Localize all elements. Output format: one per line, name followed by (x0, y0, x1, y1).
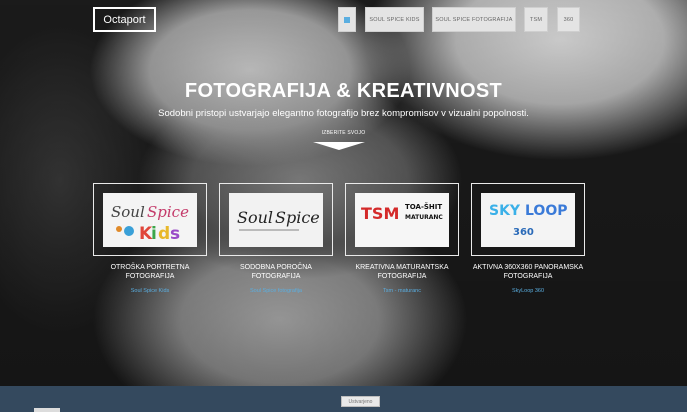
footer-tab (34, 408, 60, 412)
svg-text:i: i (151, 224, 157, 244)
svg-text:TOA-ŠHIT: TOA-ŠHIT (405, 202, 442, 211)
svg-text:Spice: Spice (275, 208, 320, 227)
card-title: OTROŠKA PORTRETNA FOTOGRAFIJA (110, 264, 190, 280)
card-title: AKTIVNA 360X360 PANORAMSKA FOTOGRAFIJA (472, 264, 584, 280)
card-tsm[interactable]: TSM TOA-ŠHIT MATURANC KREATIVNA MATURANT… (345, 183, 459, 294)
svg-text:MATURANC: MATURANC (405, 214, 443, 221)
nav-soul-spice-fotografija[interactable]: SOUL SPICE FOTOGRAFIJA (432, 7, 516, 32)
logo[interactable]: Octaport (93, 7, 156, 32)
skyloop-logo-icon: SKY LOOP 360 (481, 192, 575, 247)
svg-text:360: 360 (513, 227, 534, 238)
svg-text:LOOP: LOOP (525, 203, 568, 219)
svg-text:Soul: Soul (111, 203, 145, 221)
svg-text:TSM: TSM (361, 204, 399, 223)
soul-spice-logo-icon: Soul Spice (229, 192, 323, 247)
tsm-logo-icon: TSM TOA-ŠHIT MATURANC (355, 192, 449, 247)
card-image-frame[interactable]: TSM TOA-ŠHIT MATURANC (345, 183, 459, 256)
nav-home[interactable] (338, 7, 356, 32)
card-image-frame[interactable]: Soul Spice K i d s (93, 183, 207, 256)
hero-title: FOTOGRAFIJA & KREATIVNOST (184, 80, 503, 102)
card-skyloop-360[interactable]: SKY LOOP 360 AKTIVNA 360X360 PANORAMSKA … (471, 183, 585, 294)
card-image-frame[interactable]: SKY LOOP 360 (471, 183, 585, 256)
hero-subtitle: Sodobni pristopi ustvarjajo elegantno fo… (158, 108, 529, 119)
svg-text:Spice: Spice (147, 203, 189, 221)
card-link[interactable]: Soul Spice Kids (93, 288, 207, 294)
soul-spice-logo: Soul Spice (229, 192, 323, 247)
svg-text:s: s (170, 224, 180, 244)
card-link[interactable]: Soul Spice fotografija (219, 288, 333, 294)
card-title: KREATIVNA MATURANTSKA FOTOGRAFIJA (355, 264, 449, 280)
soul-spice-kids-logo: Soul Spice K i d s (103, 192, 197, 247)
card-soul-spice-fotografija[interactable]: Soul Spice SODOBNA POROČNA FOTOGRAFIJA S… (219, 183, 333, 294)
nav-360[interactable]: 360 (557, 7, 580, 32)
tsm-logo: TSM TOA-ŠHIT MATURANC (355, 192, 449, 247)
card-link[interactable]: SkyLoop 360 (471, 288, 585, 294)
svg-text:Soul: Soul (237, 208, 273, 227)
card-title: SODOBNA POROČNA FOTOGRAFIJA (240, 264, 312, 280)
soul-spice-kids-logo-icon: Soul Spice K i d s (103, 192, 197, 247)
nav-soul-spice-kids[interactable]: SOUL SPICE KIDS (365, 7, 424, 32)
home-icon (344, 16, 350, 23)
choose-label: IZBERITE SVOJO (321, 130, 366, 136)
card-image-frame[interactable]: Soul Spice (219, 183, 333, 256)
nav-tsm[interactable]: TSM (524, 7, 548, 32)
card-soul-spice-kids[interactable]: Soul Spice K i d s OTROŠKA PORTRETNA FOT… (93, 183, 207, 294)
skyloop-logo: SKY LOOP 360 (481, 192, 575, 247)
card-link[interactable]: Tsm - maturanc (345, 288, 459, 294)
footer-button[interactable]: Ustvarjeno (341, 396, 380, 407)
down-arrow-icon (313, 142, 365, 150)
svg-text:SKY: SKY (489, 203, 521, 219)
svg-text:d: d (158, 224, 170, 244)
